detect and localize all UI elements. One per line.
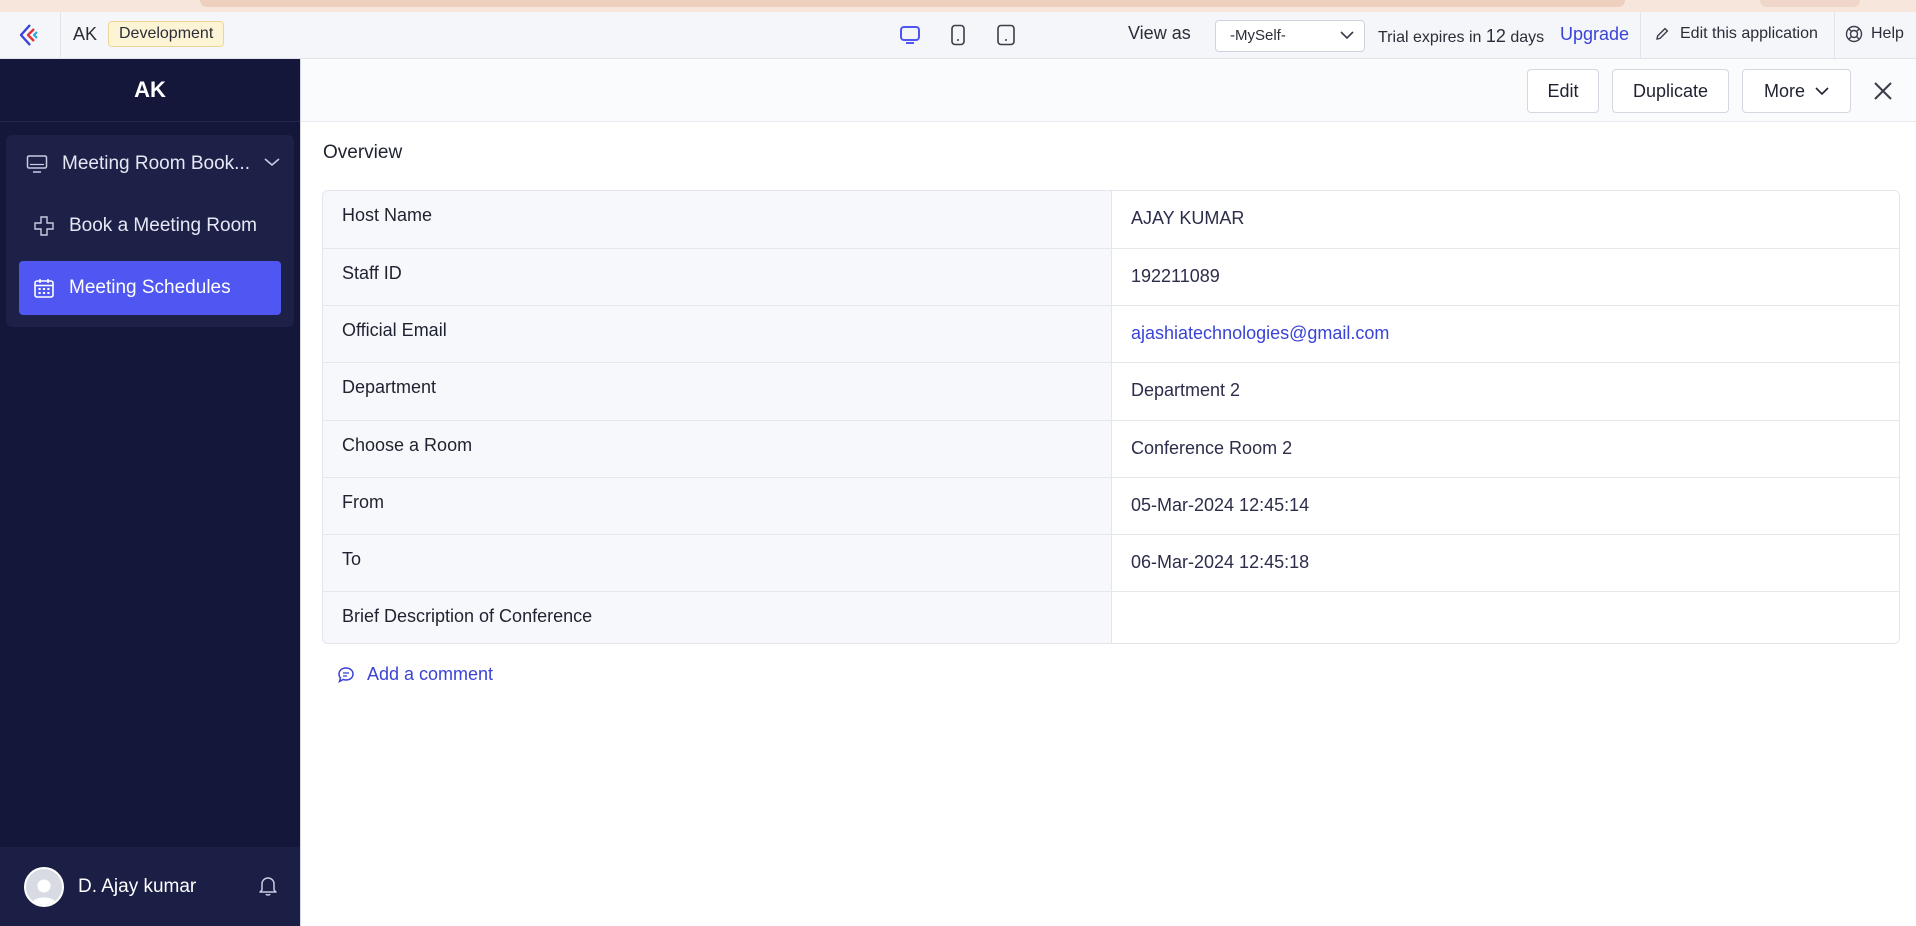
app-name: AK: [73, 24, 98, 44]
trial-days: 12: [1485, 26, 1506, 46]
browser-strip: [0, 0, 1916, 12]
table-row: From 05-Mar-2024 12:45:14: [323, 478, 1899, 535]
close-icon: [1874, 82, 1892, 100]
table-row: Brief Description of Conference: [323, 592, 1899, 643]
creator-logo-icon: [19, 24, 38, 46]
user-name: D. Ajay kumar: [78, 875, 197, 897]
device-preview-switcher: [898, 22, 1018, 48]
sidebar-section-label: Meeting Room Book...: [62, 153, 250, 174]
browser-tab-strip-right: [1760, 0, 1860, 7]
divider: [1834, 12, 1835, 58]
desktop-icon: [900, 26, 920, 44]
field-label: Host Name: [323, 191, 1112, 248]
sidebar-item-meeting-schedules[interactable]: Meeting Schedules: [19, 261, 281, 315]
tablet-icon: [951, 24, 965, 46]
trial-suffix: days: [1510, 29, 1545, 46]
sidebar: AK Meeting Room Book... Book a Meeting R…: [0, 59, 300, 926]
user-panel: D. Ajay kumar: [0, 847, 300, 926]
field-label: Department: [323, 363, 1112, 420]
field-value: Department 2: [1112, 363, 1899, 420]
table-row: Official Email ajashiatechnologies@gmail…: [323, 306, 1899, 363]
more-button-label: More: [1763, 80, 1805, 101]
bell-icon[interactable]: [258, 875, 278, 897]
field-value: Conference Room 2: [1112, 421, 1899, 477]
field-value: 05-Mar-2024 12:45:14: [1112, 478, 1899, 534]
edit-application-button[interactable]: Edit this application: [1654, 25, 1818, 43]
field-label: Staff ID: [323, 249, 1112, 305]
email-link[interactable]: ajashiatechnologies@gmail.com: [1112, 306, 1899, 362]
field-value: 192211089: [1112, 249, 1899, 305]
lifebuoy-icon: [1845, 25, 1863, 43]
comment-icon: [338, 666, 354, 683]
tablet-preview-button[interactable]: [946, 22, 970, 48]
desktop-preview-button[interactable]: [898, 22, 922, 48]
sidebar-item-label: Meeting Schedules: [69, 277, 231, 298]
section-title: Overview: [323, 142, 403, 163]
field-label: To: [323, 535, 1112, 591]
sidebar-item-label: Book a Meeting Room: [69, 215, 257, 236]
add-comment-label: Add a comment: [367, 664, 494, 684]
table-row: Staff ID 192211089: [323, 249, 1899, 306]
field-value: [1112, 592, 1899, 643]
more-button[interactable]: More: [1742, 69, 1851, 113]
table-row: Host Name AJAY KUMAR: [323, 191, 1899, 249]
view-as-select[interactable]: -MySelf-: [1215, 20, 1365, 52]
pencil-icon: [1656, 27, 1669, 40]
avatar[interactable]: [24, 866, 64, 907]
field-value: AJAY KUMAR: [1112, 191, 1899, 248]
chevron-down-icon: [1815, 87, 1829, 96]
view-as-label: View as: [1128, 23, 1191, 43]
plus-icon: [34, 216, 54, 236]
view-as-value: -MySelf-: [1230, 27, 1286, 44]
field-label: Official Email: [323, 306, 1112, 362]
field-label: From: [323, 478, 1112, 534]
field-label: Choose a Room: [323, 421, 1112, 477]
mobile-icon: [997, 24, 1015, 46]
trial-notice: Trial expires in 12 days: [1378, 26, 1544, 47]
table-row: To 06-Mar-2024 12:45:18: [323, 535, 1899, 592]
record-detail-panel: Edit Duplicate More Overview Host Name A…: [300, 59, 1916, 926]
sidebar-item-book-a-meeting-room[interactable]: Book a Meeting Room: [19, 199, 281, 253]
record-toolbar: Edit Duplicate More: [301, 59, 1916, 122]
upgrade-link[interactable]: Upgrade: [1560, 24, 1629, 45]
calendar-icon: [34, 279, 54, 298]
sidebar-section-toggle[interactable]: Meeting Room Book...: [6, 135, 294, 193]
duplicate-button[interactable]: Duplicate: [1612, 69, 1729, 113]
help-label: Help: [1871, 25, 1904, 42]
mobile-preview-button[interactable]: [994, 22, 1018, 48]
table-row: Department Department 2: [323, 363, 1899, 421]
sidebar-section: Meeting Room Book... Book a Meeting Room: [6, 135, 294, 327]
sidebar-app-title: AK: [0, 59, 300, 122]
field-value: 06-Mar-2024 12:45:18: [1112, 535, 1899, 591]
user-silhouette-icon: [31, 879, 57, 905]
close-button[interactable]: [1869, 77, 1897, 105]
environment-badge[interactable]: Development: [108, 21, 225, 47]
add-comment-link[interactable]: Add a comment: [337, 664, 493, 685]
top-bar: AK Development View as -MySelf- Trial ex…: [0, 12, 1916, 59]
detail-table: Host Name AJAY KUMAR Staff ID 192211089 …: [322, 190, 1900, 644]
table-row: Choose a Room Conference Room 2: [323, 421, 1899, 478]
trial-prefix: Trial expires in: [1378, 29, 1482, 46]
edit-application-label: Edit this application: [1680, 25, 1818, 42]
chevron-down-icon: [1340, 31, 1354, 40]
chevron-down-icon: [264, 158, 280, 167]
help-button[interactable]: Help: [1845, 25, 1904, 43]
monitor-icon: [26, 155, 48, 173]
field-label: Brief Description of Conference: [323, 592, 1112, 643]
edit-button[interactable]: Edit: [1527, 69, 1599, 113]
app-logo[interactable]: [0, 12, 61, 58]
browser-tab-strip: [200, 0, 1625, 7]
divider: [1640, 12, 1641, 58]
